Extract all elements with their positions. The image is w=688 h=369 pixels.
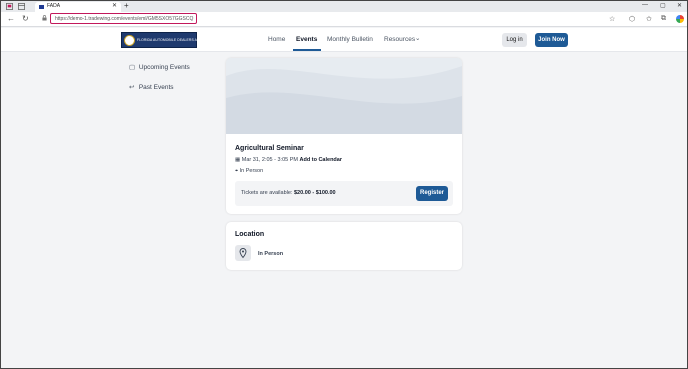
new-tab-button[interactable]: + — [124, 1, 129, 10]
copilot-icon[interactable] — [676, 15, 684, 23]
browser-profile-icon[interactable] — [6, 3, 13, 10]
url-text: https://demo-1.tradewing.com/events/eml/… — [55, 16, 194, 22]
site-header: FLORIDA AUTOMOBILE DEALERS ASSOCIATION H… — [1, 28, 687, 52]
event-hero-image — [226, 58, 462, 134]
event-mode-row: ⌖ In Person — [235, 168, 263, 175]
tab-title: FADA — [47, 3, 61, 9]
minimize-button[interactable]: — — [642, 2, 648, 8]
collections-icon[interactable]: ⧉ — [661, 15, 666, 23]
browser-titlebar: FADA ✕ + — ▢ ✕ — [1, 1, 687, 12]
login-button[interactable]: Log in — [502, 33, 527, 47]
site-logo[interactable]: FLORIDA AUTOMOBILE DEALERS ASSOCIATION — [121, 32, 219, 48]
sidebar-item-label: Upcoming Events — [138, 64, 190, 71]
active-nav-underline — [293, 49, 321, 51]
maximize-button[interactable]: ▢ — [660, 2, 666, 9]
favorite-star-icon[interactable]: ☆ — [609, 15, 615, 23]
nav-events[interactable]: Events — [296, 36, 317, 43]
logo-seal-icon — [124, 35, 135, 46]
ticket-box: Tickets are available: $20.00 - $100.00 … — [235, 181, 453, 206]
tickets-info: Tickets are available: $20.00 - $100.00 — [241, 190, 336, 196]
nav-resources[interactable]: Resources — [384, 36, 415, 43]
refresh-icon[interactable]: ↻ — [22, 14, 29, 23]
tickets-price: $20.00 - $100.00 — [294, 190, 336, 196]
site-favicon-icon — [39, 5, 44, 9]
nav-monthly-bulletin[interactable]: Monthly Bulletin — [327, 36, 373, 43]
event-title: Agricultural Seminar — [235, 145, 304, 152]
extensions-icon[interactable]: ⬡ — [629, 15, 635, 23]
location-title: Location — [235, 231, 265, 238]
sidebar-item-label: Past Events — [138, 84, 174, 91]
location-card: Location In Person — [226, 222, 462, 270]
add-to-calendar-link[interactable]: Add to Calendar — [300, 157, 342, 163]
join-now-button[interactable]: Join Now — [535, 33, 568, 47]
location-value: In Person — [258, 251, 284, 257]
browser-navbar: ← ↻ https://demo-1.tradewing.com/events/… — [1, 12, 687, 27]
event-date-row: ▦ Mar 31, 2:05 - 3:05 PM Add to Calendar — [235, 157, 342, 163]
calendar-icon: ▦ — [235, 157, 242, 163]
sidebar-item-past-events[interactable]: ↩ Past Events — [129, 83, 174, 91]
address-bar[interactable]: https://demo-1.tradewing.com/events/eml/… — [50, 13, 197, 24]
logo-text: FLORIDA AUTOMOBILE DEALERS ASSOCIATION — [137, 38, 219, 42]
location-pin-icon — [235, 245, 251, 261]
event-date: Mar 31, 2:05 - 3:05 PM — [241, 157, 298, 163]
tab-close-icon[interactable]: ✕ — [112, 2, 117, 9]
event-mode: In Person — [239, 168, 264, 174]
close-window-button[interactable]: ✕ — [677, 2, 682, 9]
lock-icon — [42, 15, 47, 21]
nav-home[interactable]: Home — [268, 36, 285, 43]
register-button[interactable]: Register — [416, 186, 448, 201]
sidebar-item-upcoming-events[interactable]: ▢ Upcoming Events — [129, 63, 190, 71]
chevron-down-icon[interactable]: ⌄ — [415, 34, 420, 42]
event-card: Agricultural Seminar ▦ Mar 31, 2:05 - 3:… — [226, 58, 462, 214]
return-arrow-icon: ↩ — [129, 84, 135, 91]
calendar-icon: ▢ — [129, 64, 136, 71]
browser-tab[interactable]: FADA ✕ — [35, 2, 121, 12]
back-arrow-icon[interactable]: ← — [7, 14, 15, 23]
tab-actions-icon[interactable] — [18, 3, 25, 10]
favorites-icon[interactable]: ✩ — [646, 15, 652, 23]
tickets-prefix: Tickets are available: — [241, 190, 293, 196]
